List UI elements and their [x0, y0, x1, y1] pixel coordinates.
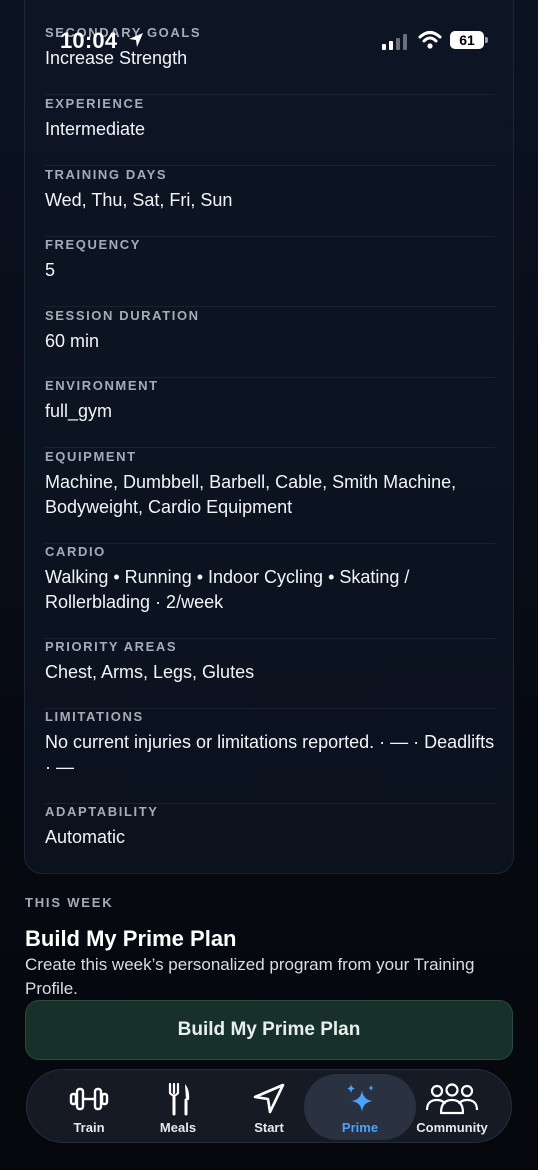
tab-label: Meals	[159, 1120, 197, 1135]
navigation-arrow-icon	[253, 1083, 285, 1114]
row-label: CARDIO	[45, 544, 106, 559]
profile-row-limitations: LIMITATIONS No current injuries or limit…	[45, 709, 495, 804]
profile-row-adaptability: ADAPTABILITY Automatic	[45, 804, 495, 874]
row-value: Walking • Running • Indoor Cycling • Ska…	[45, 567, 410, 612]
row-value: full_gym	[45, 401, 113, 421]
tab-label: Prime	[341, 1120, 379, 1135]
status-bar: 10:04 61	[0, 24, 538, 58]
fork-knife-icon	[168, 1082, 190, 1116]
row-label: ADAPTABILITY	[45, 804, 159, 819]
row-label: EXPERIENCE	[45, 96, 145, 111]
row-label: PRIORITY AREAS	[45, 639, 178, 654]
sparkles-icon	[347, 1084, 374, 1112]
bottom-tab-bar: Train Meals Start Prime Community	[26, 1069, 512, 1143]
dumbbell-icon	[69, 1087, 109, 1111]
tab-meals[interactable]: Meals	[128, 1074, 228, 1140]
row-value: Chest, Arms, Legs, Glutes	[45, 662, 255, 682]
cellular-signal-icon	[382, 34, 407, 50]
profile-row-training-days: TRAINING DAYS Wed, Thu, Sat, Fri, Sun	[45, 167, 495, 237]
profile-row-session-duration: SESSION DURATION 60 min	[45, 308, 495, 378]
tab-label: Start	[254, 1120, 284, 1135]
tab-label: Community	[416, 1120, 488, 1135]
profile-row-equipment: EQUIPMENT Machine, Dumbbell, Barbell, Ca…	[45, 449, 495, 544]
battery-level: 61	[459, 32, 475, 48]
tab-train[interactable]: Train	[39, 1074, 139, 1140]
row-label: EQUIPMENT	[45, 449, 137, 464]
build-plan-button[interactable]: Build My Prime Plan	[25, 1000, 513, 1060]
profile-row-environment: ENVIRONMENT full_gym	[45, 378, 495, 448]
tab-community[interactable]: Community	[402, 1074, 502, 1140]
training-profile-card: SECONDARY GOALS Increase Strength EXPERI…	[24, 0, 514, 874]
status-time: 10:04	[60, 28, 118, 53]
profile-row-cardio: CARDIO Walking • Running • Indoor Cyclin…	[45, 544, 495, 639]
row-label: LIMITATIONS	[45, 709, 144, 724]
plan-title: Build My Prime Plan	[25, 926, 237, 951]
people-icon	[425, 1083, 479, 1115]
row-value: 60 min	[45, 331, 100, 351]
row-label: TRAINING DAYS	[45, 167, 168, 182]
row-value: Machine, Dumbbell, Barbell, Cable, Smith…	[45, 472, 457, 517]
this-week-kicker: THIS WEEK	[25, 895, 114, 910]
row-label: SESSION DURATION	[45, 308, 200, 323]
profile-row-frequency: FREQUENCY 5	[45, 237, 495, 307]
plan-description: Create this week’s personalized program …	[25, 955, 475, 998]
row-value: Automatic	[45, 827, 126, 847]
tab-label: Train	[73, 1120, 105, 1135]
profile-row-priority-areas: PRIORITY AREAS Chest, Arms, Legs, Glutes	[45, 639, 495, 709]
row-label: ENVIRONMENT	[45, 378, 159, 393]
wifi-icon	[418, 31, 442, 49]
row-value: No current injuries or limitations repor…	[45, 732, 495, 777]
row-value: 5	[45, 260, 56, 280]
tab-prime[interactable]: Prime	[304, 1074, 416, 1140]
profile-row-experience: EXPERIENCE Intermediate	[45, 96, 495, 166]
row-label: FREQUENCY	[45, 237, 142, 252]
location-arrow-icon	[129, 33, 143, 47]
battery-icon: 61	[450, 31, 488, 49]
row-value: Wed, Thu, Sat, Fri, Sun	[45, 190, 233, 210]
row-value: Intermediate	[45, 119, 146, 139]
